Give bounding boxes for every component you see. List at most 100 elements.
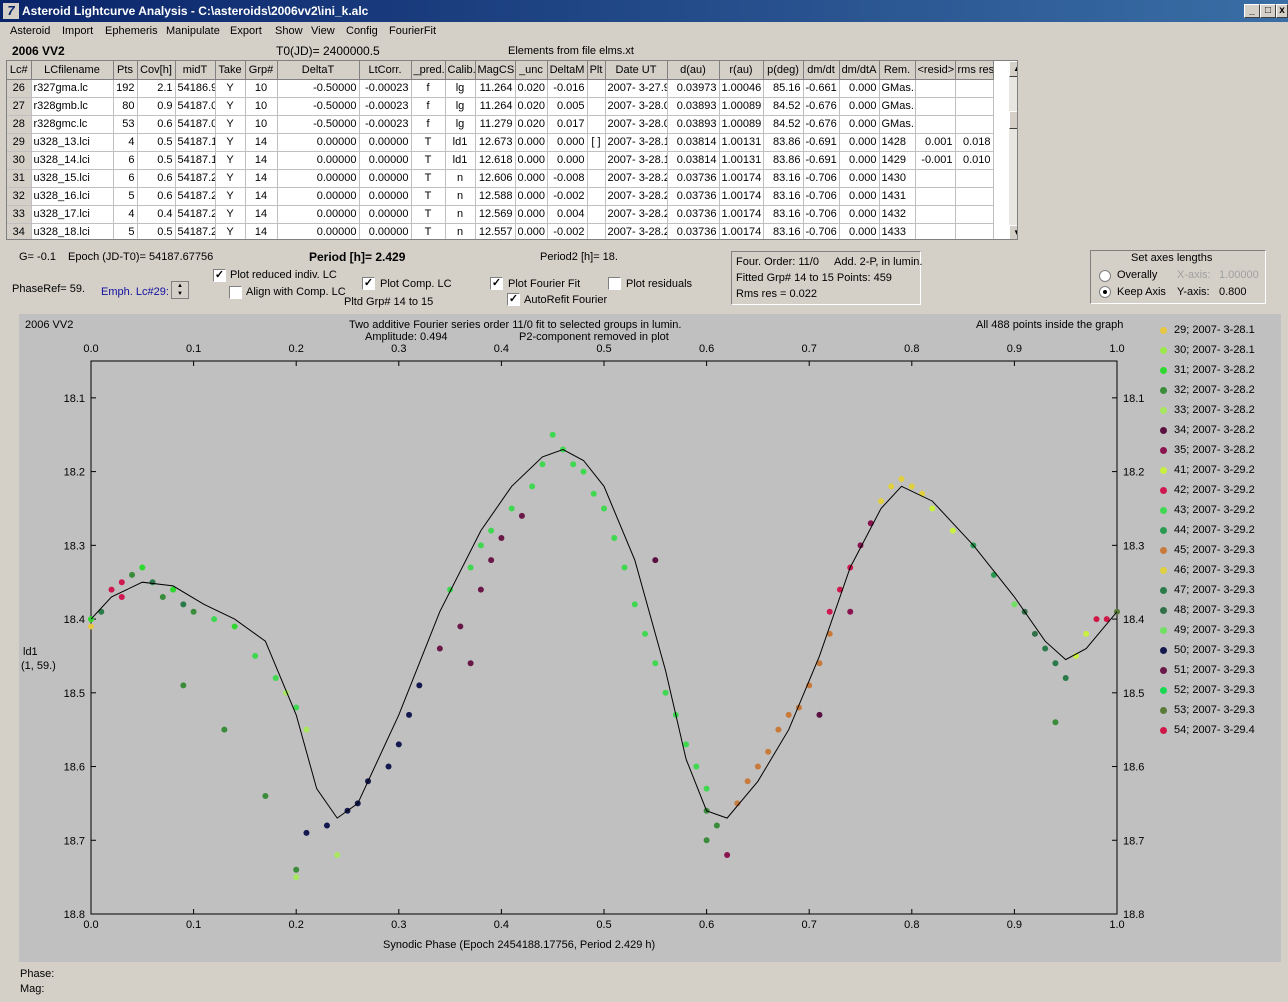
table-cell[interactable]: 2007- 3-28.2 [605,187,668,206]
table-cell[interactable] [587,205,606,224]
table-cell[interactable]: 0.001 [915,133,956,152]
table-cell[interactable]: 0.6 [137,169,176,188]
table-cell[interactable]: 0.00000 [359,205,412,224]
column-header[interactable]: MagCS [475,61,516,80]
table-cell[interactable]: Y [215,133,246,152]
table-cell[interactable]: 0.00000 [359,187,412,206]
overally-radio[interactable] [1099,270,1111,282]
table-cell[interactable]: 54187.1 [175,151,216,170]
table-cell[interactable]: 12.588 [475,187,516,206]
table-row[interactable]: 29 u328_13.lci 4 0.5 54187.1 Y 14 0.00000 0.0000… [7,133,994,152]
menu-export[interactable]: Export [230,25,262,37]
table-cell[interactable]: 2007- 3-28.2 [605,169,668,188]
table-cell[interactable]: GMas.. [879,79,916,98]
table-cell[interactable]: n [445,169,476,188]
table-cell[interactable]: -0.676 [803,115,840,134]
column-header[interactable]: <resid> [915,61,956,80]
table-cell[interactable]: 0.5 [137,133,176,152]
table-cell[interactable]: 0.010 [955,151,994,170]
table-cell[interactable] [587,223,606,239]
table-cell[interactable]: 2007- 3-28.1 [605,133,668,152]
table-cell[interactable]: 0.5 [137,151,176,170]
column-header[interactable]: midT [175,61,216,80]
column-header[interactable]: Grp# [245,61,278,80]
table-cell[interactable]: 31 [7,169,32,188]
table-cell[interactable] [587,97,606,116]
menu-manipulate[interactable]: Manipulate [166,25,220,37]
menu-import[interactable]: Import [62,25,93,37]
table-cell[interactable]: 83.86 [763,133,804,152]
table-cell[interactable]: u328_17.lci [31,205,114,224]
table-cell[interactable]: 83.16 [763,169,804,188]
table-cell[interactable]: r327gma.lc [31,79,114,98]
table-cell[interactable]: r328gmc.lc [31,115,114,134]
table-cell[interactable]: 14 [245,151,278,170]
table-cell[interactable]: lg [445,97,476,116]
table-cell[interactable] [587,115,606,134]
table-cell[interactable]: 0.018 [955,133,994,152]
table-cell[interactable]: 0.6 [137,115,176,134]
table-cell[interactable]: 0.000 [515,133,548,152]
table-cell[interactable]: 4 [113,205,138,224]
table-row[interactable]: 34 u328_18.lci 5 0.5 54187.2 Y 14 0.00000 0.0000… [7,223,994,239]
table-cell[interactable]: 0.000 [839,79,880,98]
table-cell[interactable]: 1.00089 [719,115,764,134]
table-cell[interactable]: 1428 [879,133,916,152]
table-cell[interactable]: 14 [245,133,278,152]
table-cell[interactable]: 1.00089 [719,97,764,116]
table-cell[interactable]: r328gmb.lc [31,97,114,116]
table-cell[interactable]: -0.676 [803,97,840,116]
column-header[interactable]: LCfilename [31,61,114,80]
table-row[interactable]: 30 u328_14.lci 6 0.5 54187.1 Y 14 0.00000 0.0000… [7,151,994,170]
table-cell[interactable]: 0.03893 [667,115,720,134]
table-cell[interactable]: 0.6 [137,187,176,206]
table-cell[interactable]: 0.000 [839,151,880,170]
table-cell[interactable]: Y [215,151,246,170]
table-cell[interactable]: 0.000 [839,115,880,134]
plot-reduced-checkbox[interactable]: ✓ [213,269,226,282]
table-cell[interactable]: 0.000 [547,133,588,152]
column-header[interactable]: r(au) [719,61,764,80]
column-header[interactable]: Cov[h] [137,61,176,80]
emph-spinner[interactable]: ▲ ▼ [171,281,189,299]
table-cell[interactable]: Y [215,187,246,206]
menu-fourierfit[interactable]: FourierFit [389,25,436,37]
table-cell[interactable]: -0.706 [803,169,840,188]
table-cell[interactable]: 0.00000 [277,187,360,206]
table-cell[interactable]: 0.5 [137,223,176,239]
minimize-button[interactable]: _ [1244,4,1260,18]
column-header[interactable]: _pred. [411,61,446,80]
column-header[interactable]: Calib. [445,61,476,80]
table-cell[interactable]: 1.00174 [719,223,764,239]
table-cell[interactable]: T [411,187,446,206]
column-header[interactable]: p(deg) [763,61,804,80]
table-cell[interactable]: -0.706 [803,223,840,239]
table-cell[interactable]: GMas.. [879,97,916,116]
table-cell[interactable]: -0.008 [547,169,588,188]
table-cell[interactable] [915,79,956,98]
plot-comp-checkbox[interactable]: ✓ [362,277,375,290]
table-cell[interactable]: 0.03736 [667,205,720,224]
table-cell[interactable]: 84.52 [763,115,804,134]
table-cell[interactable]: 4 [113,133,138,152]
table-cell[interactable]: 1.00174 [719,169,764,188]
table-cell[interactable]: 2007- 3-28.0 [605,97,668,116]
table-cell[interactable]: 0.00000 [277,151,360,170]
table-cell[interactable]: -0.691 [803,151,840,170]
table-cell[interactable]: Y [215,169,246,188]
table-cell[interactable]: 0.005 [547,97,588,116]
table-cell[interactable]: 14 [245,187,278,206]
table-cell[interactable]: 1.00174 [719,205,764,224]
table-cell[interactable]: 5 [113,223,138,239]
table-cell[interactable]: 2007- 3-28.0 [605,115,668,134]
table-cell[interactable]: u328_13.lci [31,133,114,152]
column-header[interactable]: Rem. [879,61,916,80]
table-cell[interactable]: 54187.0 [175,115,216,134]
table-cell[interactable]: 6 [113,169,138,188]
table-cell[interactable]: 12.569 [475,205,516,224]
table-cell[interactable]: 1.00131 [719,133,764,152]
table-cell[interactable]: 0.03893 [667,97,720,116]
table-cell[interactable]: 12.606 [475,169,516,188]
menu-asteroid[interactable]: Asteroid [10,25,50,37]
table-cell[interactable]: -0.661 [803,79,840,98]
